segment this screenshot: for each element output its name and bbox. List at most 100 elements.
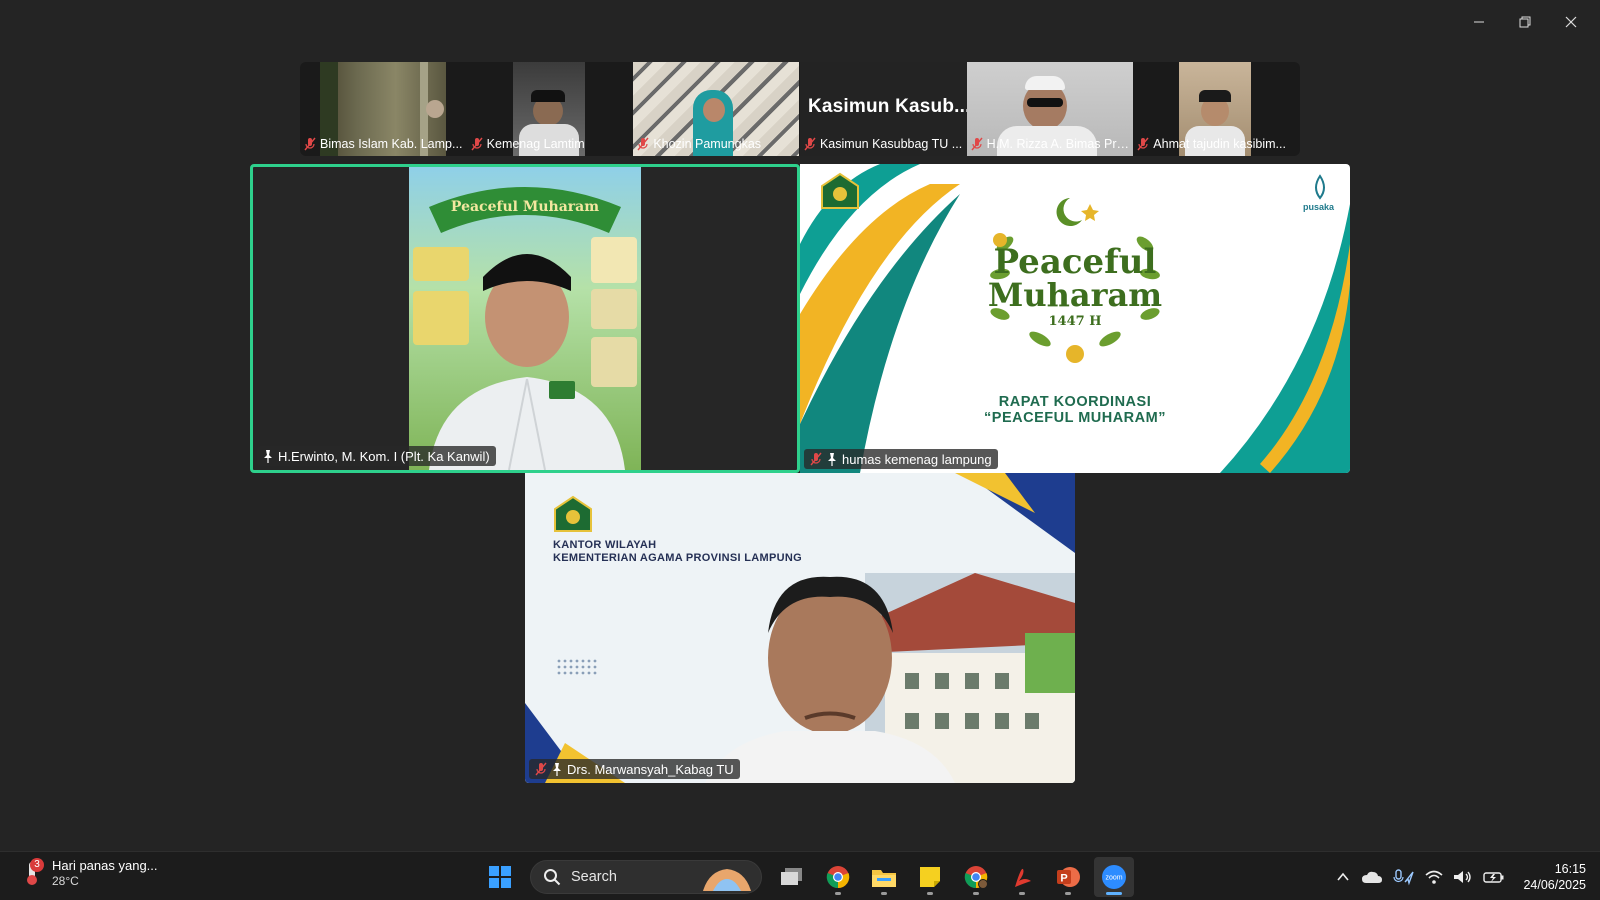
participant-thumb[interactable]: Kasimun Kasub... Kasimun Kasubbag TU ... xyxy=(799,62,967,156)
participant-thumb[interactable]: Ahmat tajudin kasibim... xyxy=(1133,62,1300,156)
minimize-button[interactable] xyxy=(1456,6,1502,38)
battery-charging-icon[interactable] xyxy=(1483,869,1505,885)
running-indicator xyxy=(835,892,841,895)
mic-muted-icon xyxy=(535,762,547,776)
running-indicator xyxy=(881,892,887,895)
wifi-icon[interactable] xyxy=(1425,869,1443,885)
participant-nametag: Bimas Islam Kab. Lamp... xyxy=(304,135,463,153)
speaker-name: H.Erwinto, M. Kom. I (Plt. Ka Kanwil) xyxy=(278,448,490,464)
mic-muted-icon xyxy=(804,137,816,151)
running-indicator xyxy=(1019,892,1025,895)
task-view-icon xyxy=(781,868,802,885)
windows-start-icon xyxy=(489,866,511,888)
bottom-participant-name: Drs. Marwansyah_Kabag TU xyxy=(567,761,734,777)
weather-text: Hari panas yang... xyxy=(52,858,158,873)
active-indicator xyxy=(1106,892,1122,895)
svg-text:Peaceful Muharam: Peaceful Muharam xyxy=(451,199,599,215)
mic-muted-icon xyxy=(471,137,483,151)
restore-button[interactable] xyxy=(1502,6,1548,38)
chrome-icon xyxy=(826,866,850,889)
search-label: Search xyxy=(571,869,617,885)
onedrive-cloud-icon[interactable] xyxy=(1361,869,1383,885)
pin-icon xyxy=(553,763,561,776)
clock[interactable]: 16:15 24/06/2025 xyxy=(1523,861,1586,893)
running-indicator xyxy=(973,892,979,895)
kanwil-line2: KEMENTERIAN AGAMA PROVINSI LAMPUNG xyxy=(553,552,802,564)
zoom-button[interactable]: zoom xyxy=(1094,857,1134,897)
participant-thumb[interactable]: Kemenag Lamtim xyxy=(467,62,634,156)
search-icon xyxy=(544,869,561,886)
minimize-icon xyxy=(1474,21,1484,23)
chrome-profile-icon xyxy=(964,866,988,889)
powerpoint-button[interactable]: P xyxy=(1048,857,1088,897)
search-box[interactable]: Search xyxy=(530,860,762,894)
participant-name: Bimas Islam Kab. Lamp... xyxy=(320,137,463,151)
file-explorer-button[interactable] xyxy=(864,857,904,897)
peaceful-muharam-banner-graphic: Peaceful Muharam xyxy=(413,187,637,470)
participant-thumb[interactable]: Bimas Islam Kab. Lamp... xyxy=(300,62,467,156)
close-icon xyxy=(1565,16,1577,28)
shared-content-tile[interactable]: pusaka Peaceful Muharam 1447 H RAPAT KOO… xyxy=(800,164,1350,473)
weather-badge: 3 xyxy=(30,858,44,872)
pusaka-logo-icon xyxy=(1315,174,1325,200)
search-highlight-icon xyxy=(703,869,751,891)
participant-name: Ahmat tajudin kasibim... xyxy=(1153,137,1286,151)
weather-temp: 28°C xyxy=(52,874,79,888)
kemenag-logo-icon xyxy=(821,172,859,209)
running-indicator xyxy=(1065,892,1071,895)
restore-icon xyxy=(1519,16,1531,28)
participant-tile-bottom[interactable]: KANTOR WILAYAH KEMENTERIAN AGAMA PROVINS… xyxy=(525,473,1075,783)
shared-participant-name: humas kemenag lampung xyxy=(842,451,992,467)
poster-year: 1447 H xyxy=(1048,314,1102,329)
mic-muted-icon xyxy=(637,137,649,151)
mic-muted-icon xyxy=(1137,137,1149,151)
bottom-name-label: Drs. Marwansyah_Kabag TU xyxy=(529,759,740,779)
powerpoint-icon: P xyxy=(1057,867,1080,887)
mic-muted-icon xyxy=(304,137,316,151)
chevron-up-icon[interactable] xyxy=(1335,869,1351,885)
chrome-profile-button[interactable] xyxy=(956,857,996,897)
svg-text:P: P xyxy=(1060,873,1067,885)
task-view-button[interactable] xyxy=(772,857,812,897)
mic-muted-icon xyxy=(971,137,983,151)
pusaka-label: pusaka xyxy=(1302,202,1334,212)
poster-subtitle-line2: “PEACEFUL MUHARAM” xyxy=(984,410,1166,426)
close-button[interactable] xyxy=(1548,6,1594,38)
participant-nametag: Ahmat tajudin kasibim... xyxy=(1137,135,1296,153)
shared-name-label: humas kemenag lampung xyxy=(804,449,998,469)
clock-time: 16:15 xyxy=(1554,861,1586,876)
kanwil-text: KANTOR WILAYAH KEMENTERIAN AGAMA PROVINS… xyxy=(553,539,802,565)
chrome-button[interactable] xyxy=(818,857,858,897)
running-indicator xyxy=(927,892,933,895)
sticky-notes-button[interactable] xyxy=(910,857,950,897)
participant-name: Kemenag Lamtim xyxy=(486,137,585,151)
participant-nametag: Kemenag Lamtim xyxy=(471,135,630,153)
acrobat-button[interactable] xyxy=(1002,857,1042,897)
sticky-notes-icon xyxy=(920,867,940,887)
speaker-video: Peaceful Muharam xyxy=(409,167,641,470)
thermometer-icon: 3 xyxy=(20,858,44,888)
kemenag-logo-icon xyxy=(554,495,592,532)
acrobat-icon xyxy=(1015,868,1031,887)
kanwil-line1: KANTOR WILAYAH xyxy=(553,539,657,551)
active-speaker-tile[interactable]: Peaceful Muharam H.Erwinto, M. Kom. I (P… xyxy=(250,164,800,473)
location-mic-icon[interactable] xyxy=(1393,868,1415,886)
speaker-name-label: H.Erwinto, M. Kom. I (Plt. Ka Kanwil) xyxy=(257,446,496,466)
window-controls xyxy=(1456,6,1594,38)
pin-icon xyxy=(828,453,836,466)
mic-muted-icon xyxy=(810,452,822,466)
system-tray: 16:15 24/06/2025 xyxy=(1335,852,1586,900)
participant-thumb[interactable]: H.M. Rizza A. Bimas Pri... xyxy=(966,62,1134,156)
participant-display-name: Kasimun Kasub... xyxy=(807,96,967,117)
participant-nametag: H.M. Rizza A. Bimas Pri... xyxy=(971,135,1130,153)
poster-subtitle-line1: RAPAT KOORDINASI xyxy=(998,394,1152,410)
weather-widget[interactable]: 3 Hari panas yang... 28°C xyxy=(20,858,158,888)
volume-icon[interactable] xyxy=(1453,869,1473,885)
start-button[interactable] xyxy=(480,857,520,897)
participant-thumb[interactable]: Khozin Pamungkas xyxy=(633,62,800,156)
participants-strip: Bimas Islam Kab. Lamp... Kemenag Lamtim … xyxy=(300,62,1300,156)
zoom-icon: zoom xyxy=(1102,865,1126,889)
zoom-icon-label: zoom xyxy=(1105,875,1122,882)
taskbar: 3 Hari panas yang... 28°C Search P zoom … xyxy=(0,851,1600,900)
participant-name: H.M. Rizza A. Bimas Pri... xyxy=(986,137,1130,151)
